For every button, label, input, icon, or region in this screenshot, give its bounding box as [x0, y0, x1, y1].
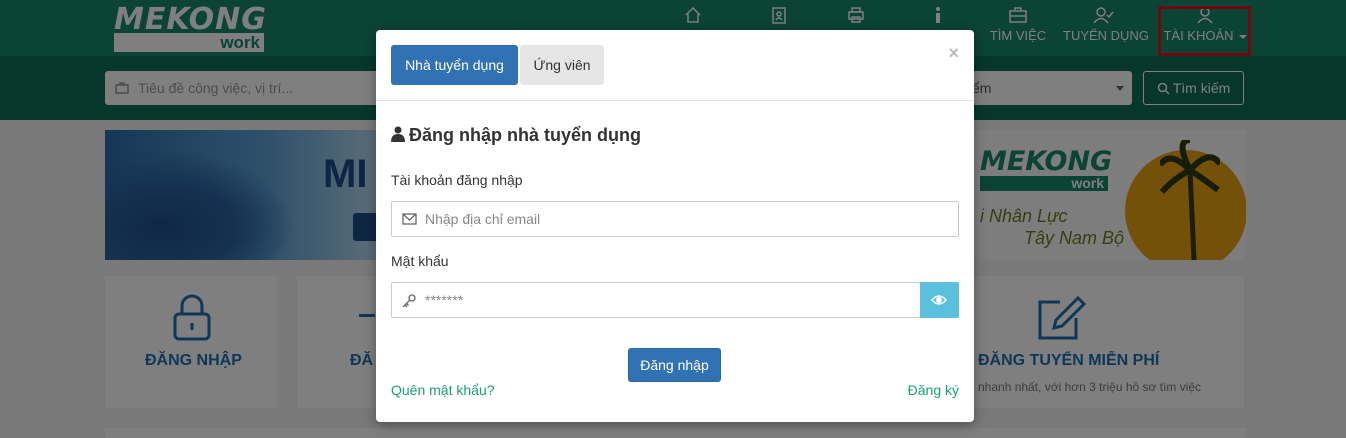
login-button[interactable]: Đăng nhập [628, 348, 721, 382]
user-tie-icon [391, 126, 405, 142]
modal-heading: Đăng nhập nhà tuyển dụng [391, 125, 641, 146]
email-field-placeholder: Nhập địa chỉ email [425, 211, 541, 227]
key-icon [402, 294, 416, 308]
username-label: Tài khoản đăng nhập [391, 172, 523, 188]
modal-divider [376, 100, 974, 101]
email-field[interactable]: Nhập địa chỉ email [391, 201, 959, 237]
close-icon[interactable]: × [948, 43, 959, 64]
password-label: Mật khẩu [391, 253, 449, 269]
login-modal: × Nhà tuyển dụng Ứng viên Đăng nhập nhà … [376, 30, 974, 422]
forgot-password-link[interactable]: Quên mật khẩu? [391, 382, 495, 398]
password-field[interactable]: ******* [391, 282, 921, 318]
tab-employer[interactable]: Nhà tuyển dụng [391, 45, 518, 85]
eye-icon [931, 295, 947, 305]
password-field-value: ******* [425, 292, 464, 308]
envelope-icon [402, 213, 417, 225]
modal-heading-text: Đăng nhập nhà tuyển dụng [409, 125, 641, 145]
register-link[interactable]: Đăng ký [908, 382, 959, 398]
show-password-button[interactable] [920, 282, 959, 318]
tab-candidate[interactable]: Ứng viên [520, 45, 604, 85]
